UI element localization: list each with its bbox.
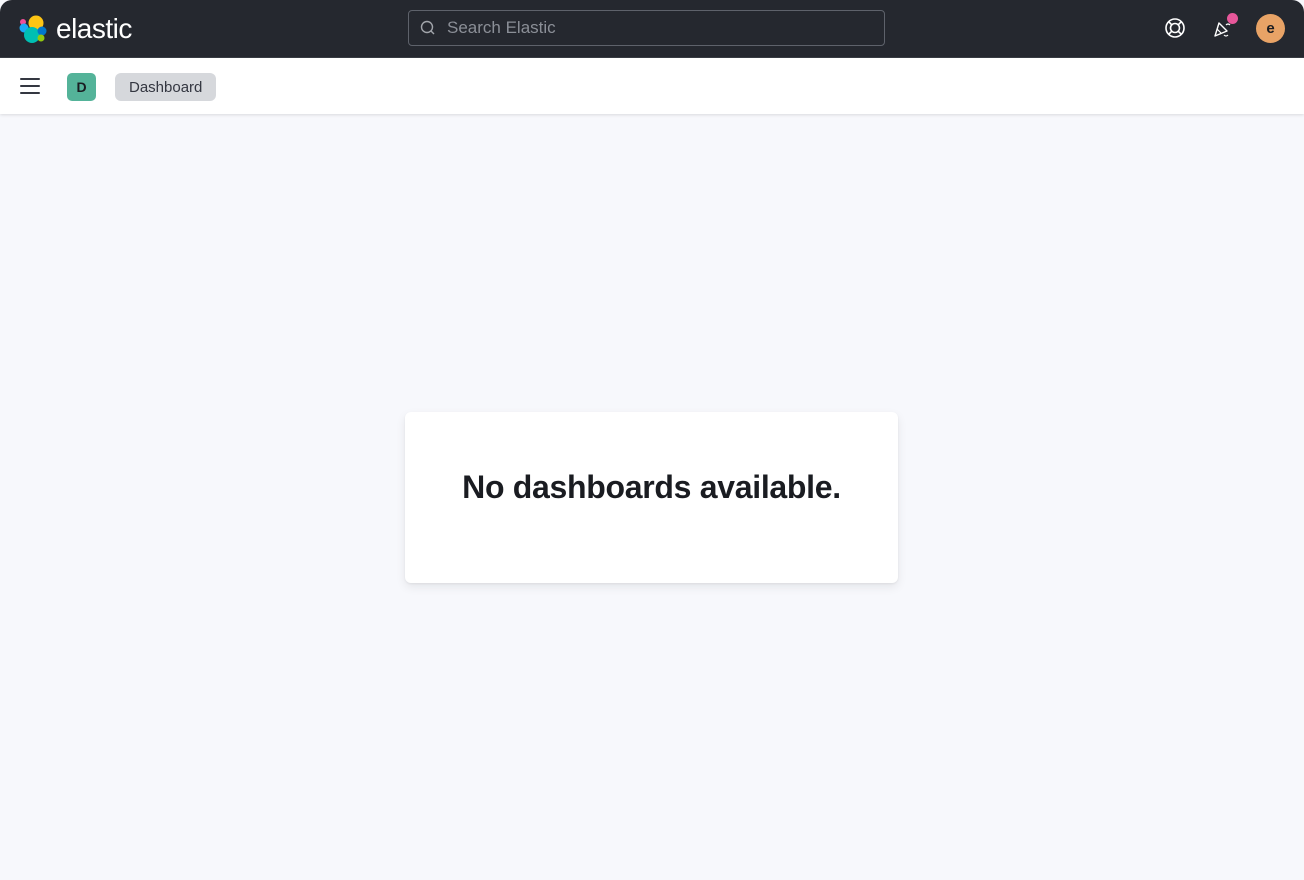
help-icon	[1165, 18, 1185, 38]
empty-state-title: No dashboards available.	[462, 469, 841, 505]
help-button[interactable]	[1161, 14, 1189, 42]
search-input[interactable]	[445, 17, 869, 39]
hamburger-icon-line	[20, 92, 40, 94]
hamburger-icon-line	[20, 78, 40, 80]
notification-badge	[1227, 13, 1238, 24]
search-box[interactable]	[408, 10, 885, 46]
menu-toggle-button[interactable]	[20, 72, 46, 100]
top-header: elastic e	[0, 0, 1304, 58]
breadcrumb-bar: D Dashboard	[0, 58, 1304, 114]
space-avatar[interactable]: D	[67, 73, 96, 101]
brand-name: elastic	[56, 13, 132, 44]
breadcrumb-dashboard[interactable]: Dashboard	[115, 73, 217, 101]
elastic-logo[interactable]: elastic	[18, 13, 132, 45]
search-icon	[420, 20, 435, 35]
empty-state-panel: No dashboards available.	[405, 412, 898, 583]
hamburger-icon-line	[20, 85, 40, 87]
user-avatar[interactable]: e	[1256, 14, 1285, 43]
elastic-logo-icon	[19, 15, 47, 43]
